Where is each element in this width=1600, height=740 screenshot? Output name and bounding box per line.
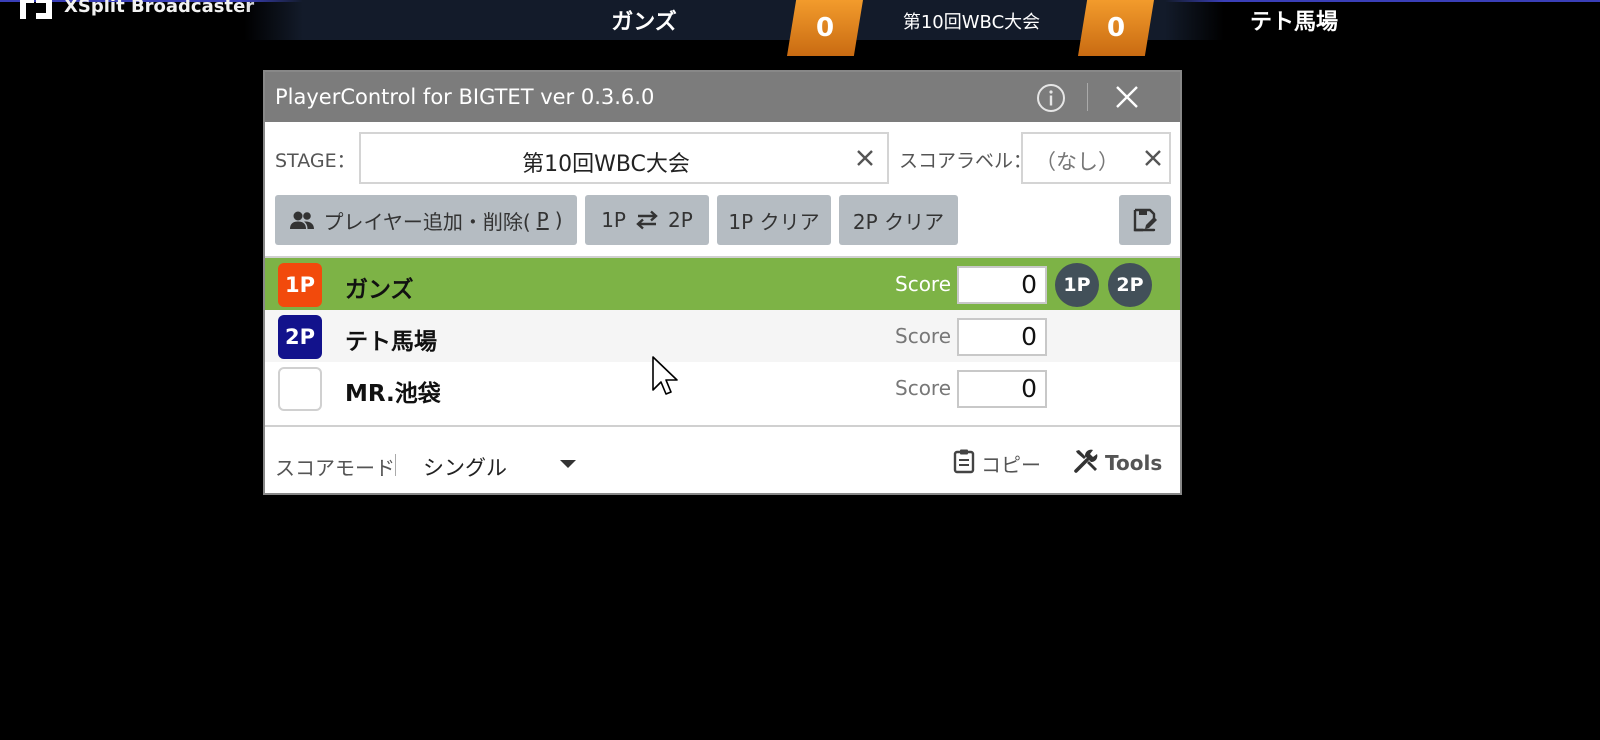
assign-2p-button[interactable]: 2P (1108, 263, 1152, 307)
score-input[interactable]: 0 (957, 370, 1047, 408)
stage-label: STAGE： (275, 150, 356, 172)
xsplit-logo-icon (18, 0, 54, 19)
score-label: Score (895, 272, 952, 296)
tools-button[interactable]: Tools (1073, 448, 1162, 478)
add-remove-shortcut: P (536, 208, 549, 232)
titlebar-separator (1087, 83, 1088, 111)
player-name: ガンズ (345, 277, 414, 303)
player-control-dialog: PlayerControl for BIGTET ver 0.3.6.0 STA… (263, 70, 1182, 495)
swap-arrows-icon (634, 210, 660, 230)
add-remove-label: プレイヤー追加・削除( (323, 209, 531, 234)
score-label-clear-icon[interactable] (1143, 148, 1163, 168)
dialog-title: PlayerControl for BIGTET ver 0.3.6.0 (275, 85, 655, 109)
action-buttons-row: プレイヤー追加・削除( P ) 1P 2P 1P クリア 2P クリア (265, 195, 1180, 245)
score-mode-select[interactable]: シングル (423, 452, 507, 482)
add-remove-player-button[interactable]: プレイヤー追加・削除( P ) (275, 195, 577, 245)
score-label-input[interactable]: （なし） (1021, 132, 1171, 184)
player-row[interactable]: MR.池袋 Score 0 (265, 362, 1180, 414)
stage-clear-icon[interactable] (855, 148, 875, 168)
stage-input-value: 第10回WBC大会 (522, 152, 690, 177)
tools-label: Tools (1105, 451, 1163, 475)
overlay-p2-score: 0 (1078, 0, 1154, 56)
score-label: Score (895, 376, 952, 400)
player-badge (278, 367, 322, 411)
swap-right-label: 2P (668, 208, 693, 232)
player-list: 1P ガンズ Score 0 1P 2P 2P テト馬場 Score 0 MR.… (265, 256, 1180, 427)
stage-input[interactable]: 第10回WBC大会 (359, 132, 889, 184)
score-label-value: （なし） (1035, 150, 1119, 174)
overlay-p1-score: 0 (787, 0, 863, 56)
app-name: XSplit Broadcaster (64, 0, 255, 17)
tools-icon (1073, 448, 1099, 479)
swap-players-button[interactable]: 1P 2P (585, 195, 709, 245)
score-mode-separator (395, 454, 396, 476)
player-name: MR.池袋 (345, 381, 441, 407)
clear-2p-button[interactable]: 2P クリア (839, 195, 958, 245)
stage-row: STAGE： 第10回WBC大会 スコアラベル： （なし） (265, 132, 1180, 184)
chevron-down-icon[interactable] (560, 460, 576, 468)
player-row[interactable]: 2P テト馬場 Score 0 (265, 310, 1180, 362)
overlay-p2-name: テト馬場 (1249, 10, 1338, 35)
player-badge: 2P (278, 315, 322, 359)
close-icon[interactable] (1113, 83, 1141, 111)
clipboard-icon (953, 448, 975, 479)
overlay-p1-name: ガンズ (611, 10, 677, 35)
save-edit-button[interactable] (1119, 195, 1171, 245)
player-row[interactable]: 1P ガンズ Score 0 1P 2P (265, 258, 1180, 310)
assign-1p-button[interactable]: 1P (1055, 263, 1099, 307)
player-badge: 1P (278, 263, 322, 307)
copy-button[interactable]: コピー (953, 448, 1041, 478)
info-icon[interactable] (1035, 82, 1067, 114)
dialog-footer: スコアモード シングル コピー Tools (265, 430, 1180, 495)
score-mode-label: スコアモード (275, 456, 395, 480)
clear-1p-button[interactable]: 1P クリア (717, 195, 831, 245)
dialog-titlebar[interactable]: PlayerControl for BIGTET ver 0.3.6.0 (265, 72, 1180, 122)
mouse-cursor-icon (652, 356, 678, 396)
scoreboard-overlay: ガンズ 0 第10回WBC大会 0 テト馬場 (244, 0, 1338, 56)
overlay-stage: 第10回WBC大会 (902, 12, 1041, 33)
score-input[interactable]: 0 (957, 266, 1047, 304)
swap-left-label: 1P (601, 208, 626, 232)
score-label: Score (895, 324, 952, 348)
player-name: テト馬場 (345, 329, 437, 355)
score-input[interactable]: 0 (957, 318, 1047, 356)
add-remove-close-paren: ) (554, 208, 563, 232)
score-label-label: スコアラベル： (899, 150, 1033, 172)
save-edit-icon (1131, 206, 1159, 234)
copy-label: コピー (981, 452, 1041, 477)
xsplit-branding: XSplit Broadcaster (18, 0, 254, 20)
people-icon (289, 210, 315, 230)
